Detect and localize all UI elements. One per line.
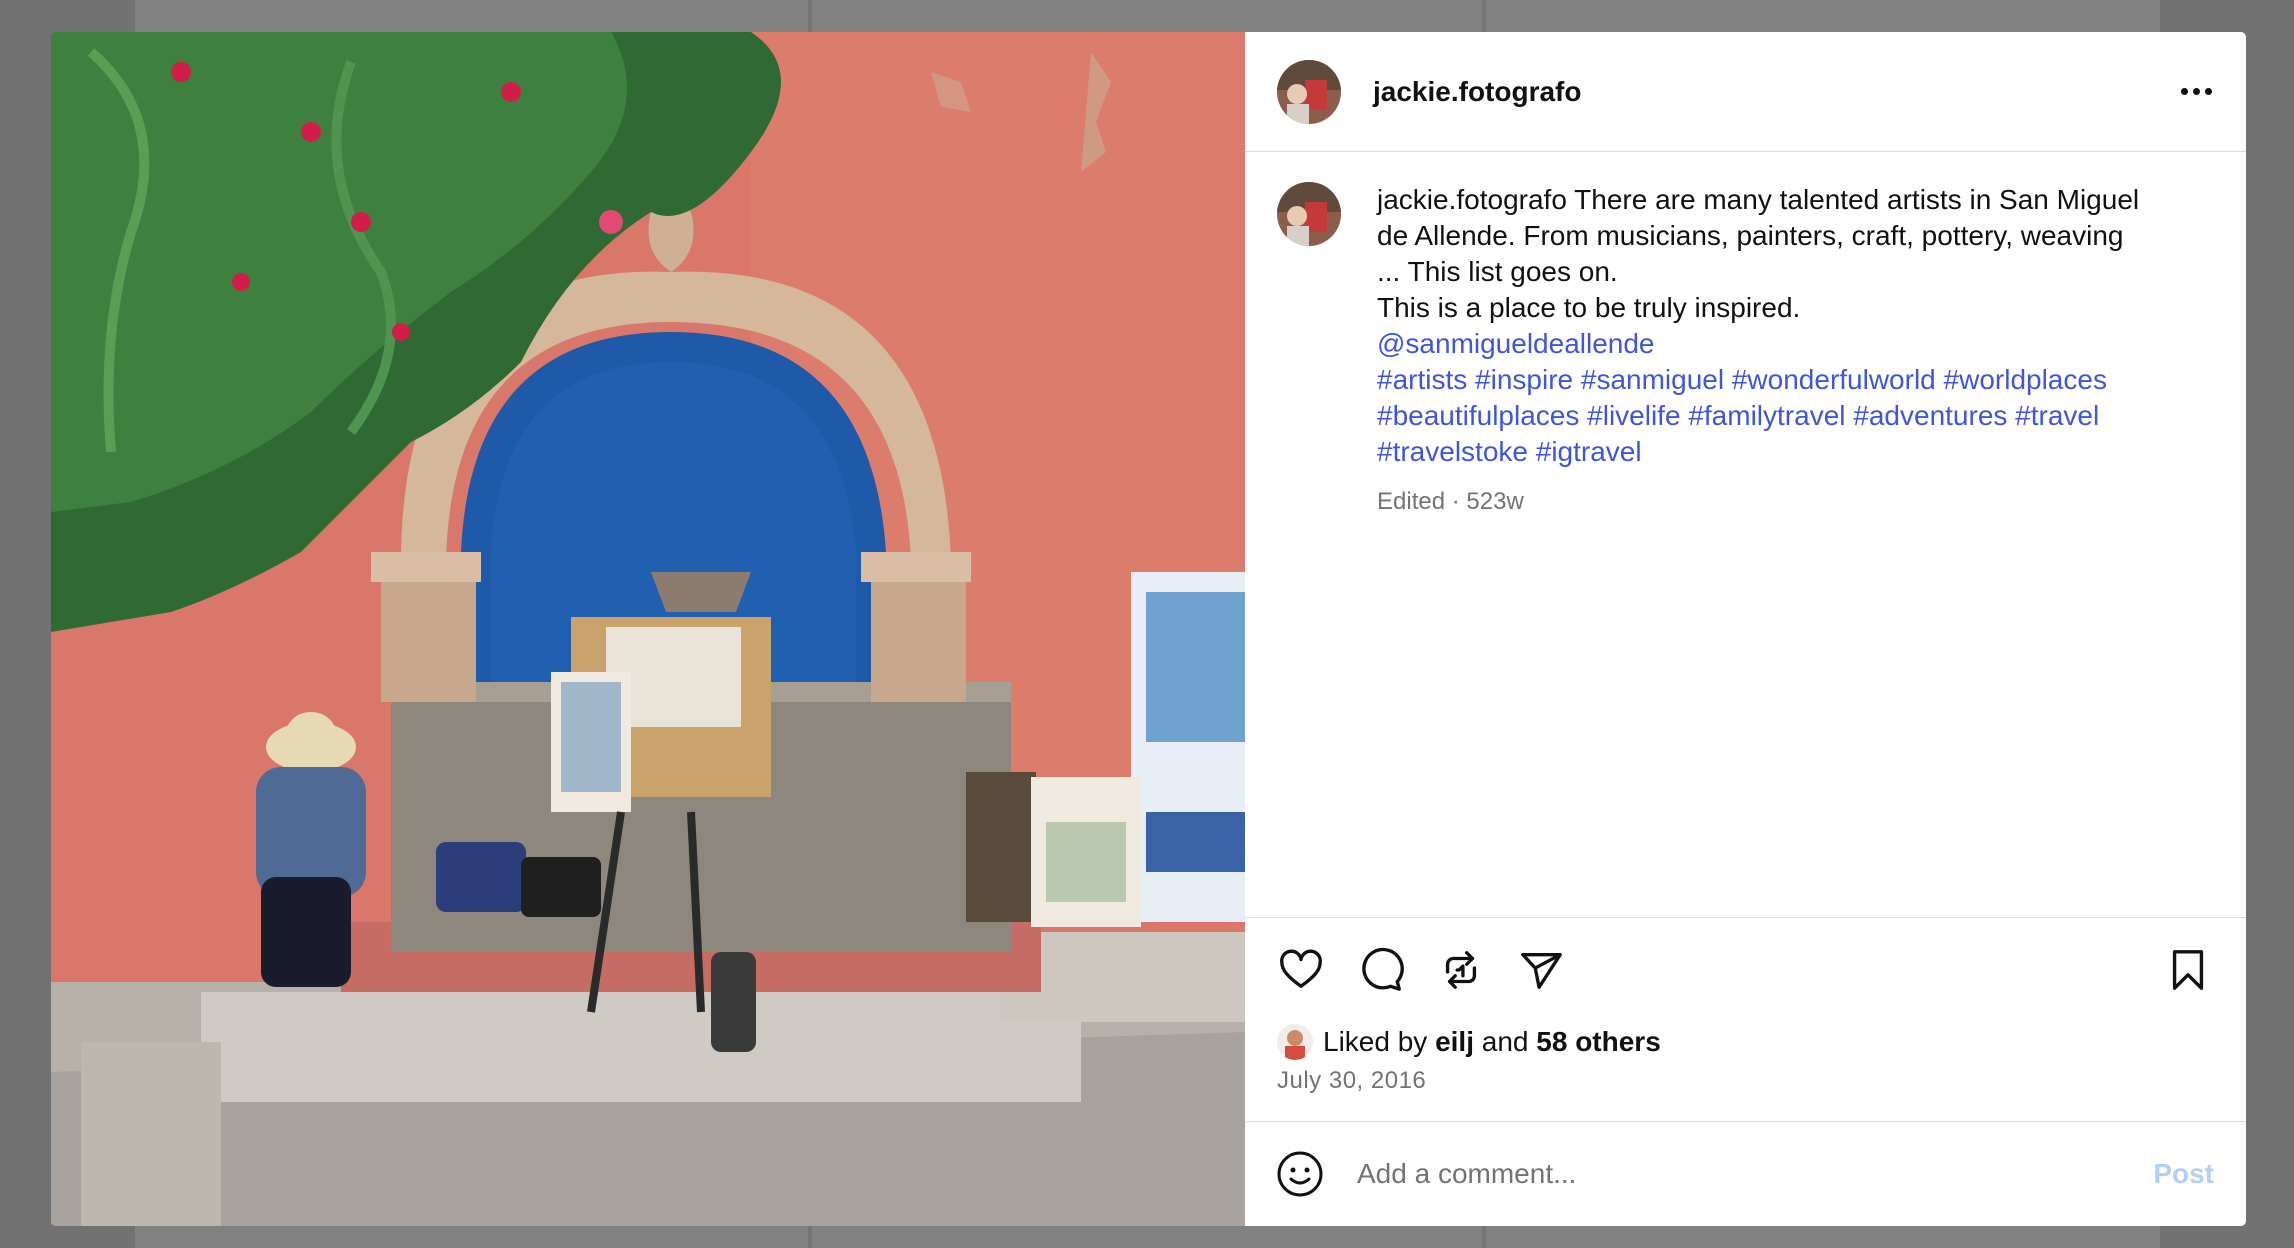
post-caption: jackie.fotografo There are many talented… (1377, 182, 2207, 917)
mention-link[interactable]: @sanmigueldeallende (1377, 328, 1655, 359)
hashtag-link[interactable]: #sanmiguel (1581, 364, 1724, 395)
share-button[interactable] (1515, 944, 1567, 996)
photo-illustration (51, 32, 1245, 1226)
hashtag-link[interactable]: #wonderfulworld (1732, 364, 1936, 395)
post-date[interactable]: July 30, 2016 (1245, 1063, 2246, 1121)
emoji-smile-icon (1277, 1151, 1323, 1197)
likes-count-link[interactable]: 58 others (1536, 1026, 1661, 1058)
emoji-button[interactable] (1275, 1149, 1325, 1199)
post-header: jackie.fotografo (1245, 32, 2246, 152)
more-options-icon (2180, 88, 2188, 95)
caption-meta: Edited · 523w (1377, 488, 1524, 515)
more-options-button[interactable] (2170, 66, 2222, 118)
hashtag-link[interactable]: #igtravel (1536, 436, 1642, 467)
hashtag-link[interactable]: #inspire (1475, 364, 1573, 395)
author-username[interactable]: jackie.fotografo (1373, 76, 1581, 108)
repost-icon (1445, 950, 1477, 989)
hashtag-link[interactable]: #worldplaces (1944, 364, 2107, 395)
heart-icon (1280, 949, 1322, 988)
caption-avatar[interactable] (1277, 182, 1341, 246)
send-icon (1521, 952, 1562, 989)
comment-input[interactable] (1355, 1157, 2154, 1191)
repost-button[interactable] (1435, 944, 1487, 996)
author-avatar[interactable] (1277, 59, 1341, 124)
like-button[interactable] (1275, 944, 1327, 996)
comment-button[interactable] (1355, 944, 1407, 996)
hashtag-link[interactable]: #familytravel (1688, 400, 1845, 431)
hashtag-link[interactable]: #travelstoke (1377, 436, 1528, 467)
edited-label: Edited (1377, 488, 1446, 515)
caption-text-line: This is a place to be truly inspired. (1377, 292, 1801, 323)
post-comment-button[interactable]: Post (2153, 1158, 2214, 1190)
action-bar (1245, 917, 2246, 1021)
post-age[interactable]: 523w (1466, 488, 1523, 515)
liked-by-and: and (1481, 1026, 1529, 1057)
liked-by-user[interactable]: eilj (1435, 1026, 1474, 1058)
likes-summary: Liked by eilj and 58 others (1245, 1021, 2246, 1063)
hashtag-link[interactable]: #adventures (1853, 400, 2007, 431)
hashtag-link[interactable]: #artists (1377, 364, 1467, 395)
caption-area: jackie.fotografo There are many talented… (1245, 152, 2246, 917)
post-sidebar: jackie.fotografo jackie.fotografo There … (1245, 32, 2246, 1226)
liker-avatar[interactable] (1277, 1024, 1313, 1060)
caption-text-line: There are many talented artists in San M… (1574, 184, 2140, 215)
caption-username[interactable]: jackie.fotografo (1377, 184, 1567, 215)
hashtag-link[interactable]: #livelife (1587, 400, 1680, 431)
post-dialog: jackie.fotografo jackie.fotografo There … (51, 32, 2246, 1226)
save-button[interactable] (2162, 944, 2214, 996)
comment-box: Post (1245, 1121, 2246, 1226)
post-photo[interactable] (51, 32, 1245, 1226)
comment-bubble-icon (1362, 947, 1404, 991)
bookmark-icon (2172, 949, 2204, 990)
hashtag-link[interactable]: #beautifulplaces (1377, 400, 1579, 431)
liked-by-prefix: Liked by (1323, 1026, 1428, 1057)
caption-text-line: ... This list goes on. (1377, 256, 1618, 287)
caption-text-line: de Allende. From musicians, painters, cr… (1377, 220, 2124, 251)
hashtag-link[interactable]: #travel (2015, 400, 2099, 431)
